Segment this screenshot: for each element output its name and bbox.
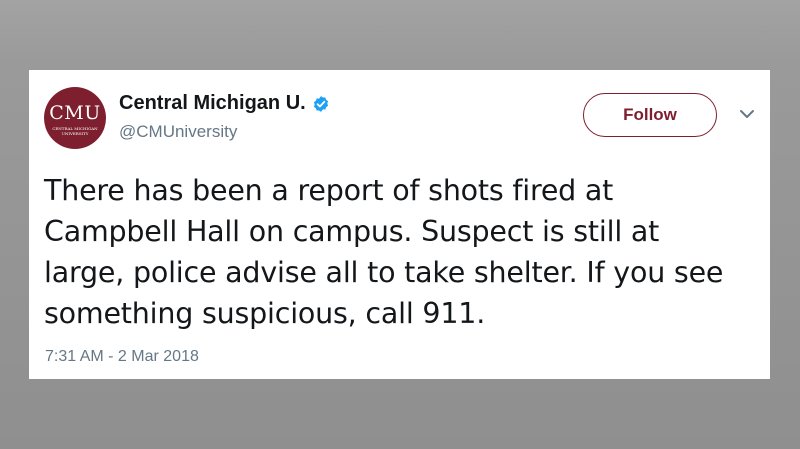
account-name-row: Central Michigan U. xyxy=(119,92,330,115)
avatar-logo-subtext: CENTRAL MICHIGAN UNIVERSITY xyxy=(52,125,98,136)
follow-button[interactable]: Follow xyxy=(583,93,717,137)
avatar-logo-text: CMU xyxy=(49,101,101,124)
chevron-down-icon[interactable] xyxy=(739,108,755,120)
avatar[interactable]: CMU CENTRAL MICHIGAN UNIVERSITY xyxy=(44,87,106,149)
verified-badge-icon xyxy=(313,95,328,112)
tweet-timestamp[interactable]: 7:31 AM - 2 Mar 2018 xyxy=(45,348,199,366)
tweet-text: There has been a report of shots fired a… xyxy=(44,174,724,330)
display-name[interactable]: Central Michigan U. xyxy=(119,92,306,115)
tweet-card: CMU CENTRAL MICHIGAN UNIVERSITY Central … xyxy=(29,70,770,379)
account-handle[interactable]: @CMUniversity xyxy=(119,122,237,142)
